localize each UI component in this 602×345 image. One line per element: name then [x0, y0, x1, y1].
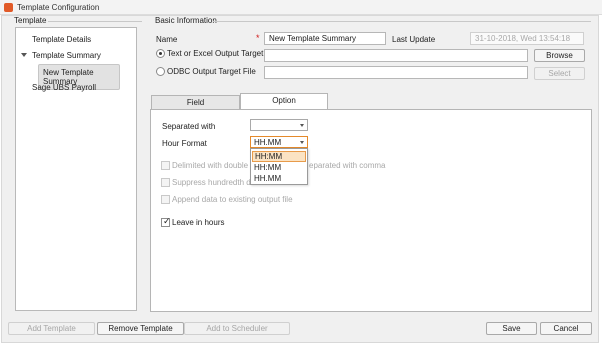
separated-with-combo[interactable] [250, 119, 308, 131]
delimited-label-suffix: eparated with comma [309, 161, 386, 170]
separated-with-label: Separated with [162, 122, 216, 131]
template-group-divider [48, 21, 142, 22]
last-update-field: 31-10-2018, Wed 13:54:18 [470, 32, 584, 45]
hour-format-label: Hour Format [162, 139, 207, 148]
leave-in-hours-checkbox[interactable]: ✓ [161, 217, 171, 227]
cancel-button[interactable]: Cancel [540, 322, 592, 335]
template-group-label: Template [14, 16, 47, 25]
dropdown-option[interactable]: HH:MM [252, 162, 306, 173]
delimited-checkbox [161, 161, 170, 170]
add-to-scheduler-button: Add to Scheduler [184, 322, 290, 335]
text-excel-radio[interactable] [156, 49, 165, 58]
odbc-radio[interactable] [156, 67, 165, 76]
window-title: Template Configuration [17, 3, 100, 12]
basic-info-group-divider [213, 21, 591, 22]
append-label: Append data to existing output file [172, 195, 293, 204]
basic-info-group-label: Basic Information [155, 16, 217, 25]
name-label: Name [156, 35, 178, 44]
tab-option[interactable]: Option [240, 93, 328, 110]
hour-format-dropdown: HH:MM HH:MM HH.MM [250, 148, 308, 185]
dropdown-option[interactable]: HH.MM [252, 173, 306, 184]
text-excel-radio-label[interactable]: Text or Excel Output Target File [167, 49, 278, 58]
tab-field[interactable]: Field [151, 95, 240, 110]
expand-arrow-icon[interactable] [21, 53, 27, 57]
chevron-down-icon [300, 141, 304, 144]
app-logo-icon [4, 3, 13, 12]
suppress-label: Suppress hundredth deci [172, 178, 261, 187]
option-tab-panel [150, 109, 592, 312]
append-checkbox [161, 195, 170, 204]
add-template-button: Add Template [8, 322, 95, 335]
required-mark: * [256, 33, 260, 43]
hour-format-value: HH.MM [254, 138, 282, 147]
checkmark-icon: ✓ [163, 217, 171, 227]
hour-format-combo[interactable]: HH.MM [250, 136, 308, 148]
leave-in-hours-label[interactable]: Leave in hours [172, 218, 224, 227]
odbc-target-input[interactable] [264, 66, 528, 79]
template-name-input[interactable]: New Template Summary [264, 32, 386, 45]
tree-item-sage-ubs-payroll[interactable]: Sage UBS Payroll [32, 83, 96, 92]
browse-button[interactable]: Browse [534, 49, 585, 62]
chevron-down-icon [300, 124, 304, 127]
tree-item-template-summary[interactable]: Template Summary [32, 51, 101, 60]
remove-template-button[interactable]: Remove Template [97, 322, 184, 335]
last-update-label: Last Update [392, 35, 436, 44]
title-bar: Template Configuration [0, 0, 602, 15]
tree-item-template-details[interactable]: Template Details [32, 35, 91, 44]
save-button[interactable]: Save [486, 322, 537, 335]
text-excel-target-input[interactable] [264, 49, 528, 62]
odbc-radio-label[interactable]: ODBC Output Target File [167, 67, 256, 76]
dropdown-option[interactable]: HH:MM [252, 151, 306, 162]
select-button: Select [534, 67, 585, 80]
suppress-checkbox [161, 178, 170, 187]
